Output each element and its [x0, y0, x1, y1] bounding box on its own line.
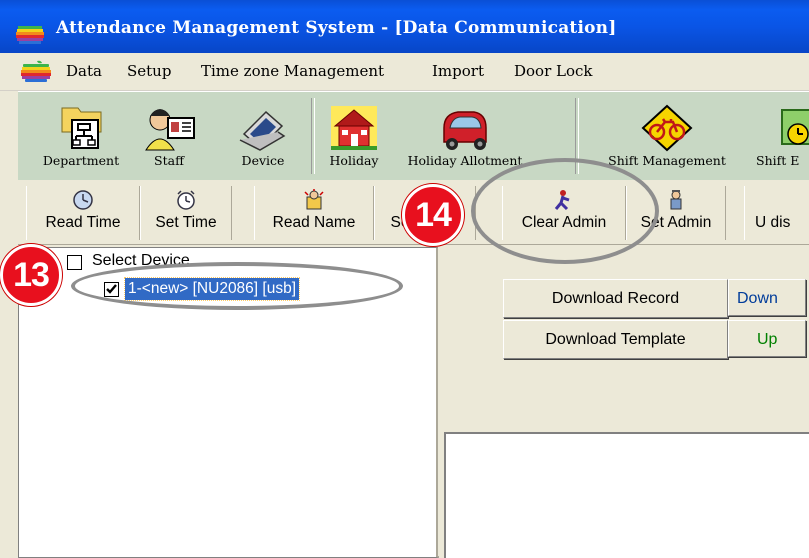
menu-setup[interactable]: Setup	[127, 62, 171, 80]
set-admin-icon	[670, 190, 682, 210]
u-disk-button[interactable]: U dis	[744, 186, 809, 240]
shift-icon	[781, 109, 809, 145]
shift-label: Shift E	[756, 153, 800, 168]
download-template-button[interactable]: Download Template	[503, 320, 728, 359]
menu-data[interactable]: Data	[66, 62, 102, 80]
step-badge-14: 14	[402, 184, 464, 246]
toolbar-separator	[311, 98, 315, 174]
download-record-button[interactable]: Download Record	[503, 279, 728, 318]
window-title: Attendance Management System - [Data Com…	[56, 18, 617, 38]
select-device-checkbox[interactable]	[67, 255, 82, 270]
apple-logo-icon	[16, 26, 44, 44]
device-icon	[239, 110, 286, 151]
staff-icon	[145, 109, 195, 151]
step-badge-13: 13	[0, 244, 62, 306]
holiday-label: Holiday	[329, 153, 379, 168]
main-toolbar: Department Staff Device Holiday Holiday …	[18, 91, 809, 181]
clock-set-icon	[177, 190, 195, 210]
device-button[interactable]: Device	[220, 92, 306, 180]
shift-button[interactable]: Shift E	[754, 92, 809, 180]
read-name-button[interactable]: Read Name	[254, 186, 374, 240]
log-area	[444, 432, 809, 558]
title-bar: Attendance Management System - [Data Com…	[0, 0, 809, 53]
holiday-button[interactable]: Holiday	[318, 92, 390, 180]
holiday-allotment-icon	[443, 111, 487, 150]
highlight-ellipse-device	[71, 262, 403, 310]
staff-button[interactable]: Staff	[136, 92, 202, 180]
holiday-icon	[331, 106, 377, 150]
department-icon	[61, 107, 102, 149]
menu-import[interactable]: Import	[432, 62, 484, 80]
read-time-label: Read Time	[45, 214, 121, 231]
read-name-icon	[304, 189, 324, 210]
download-user-button[interactable]: Down	[728, 279, 806, 316]
read-name-label: Read Name	[272, 214, 356, 231]
highlight-ellipse-clear-admin	[471, 158, 659, 264]
department-button[interactable]: Department	[40, 92, 122, 180]
menu-time-zone-management[interactable]: Time zone Management	[201, 62, 384, 80]
department-label: Department	[42, 153, 120, 168]
upload-button[interactable]: Up	[728, 320, 806, 357]
staff-label: Staff	[154, 153, 184, 168]
apple-logo-icon	[21, 60, 51, 82]
set-time-button[interactable]: Set Time	[140, 186, 232, 240]
clock-read-icon	[73, 190, 93, 210]
device-label: Device	[241, 153, 285, 168]
read-time-button[interactable]: Read Time	[26, 186, 140, 240]
menu-bar: Data Setup Time zone Management Import D…	[0, 53, 809, 91]
set-time-label: Set Time	[155, 214, 217, 231]
menu-door-lock[interactable]: Door Lock	[514, 62, 593, 80]
u-disk-label: U dis	[755, 214, 791, 231]
shift-management-icon	[641, 104, 693, 152]
